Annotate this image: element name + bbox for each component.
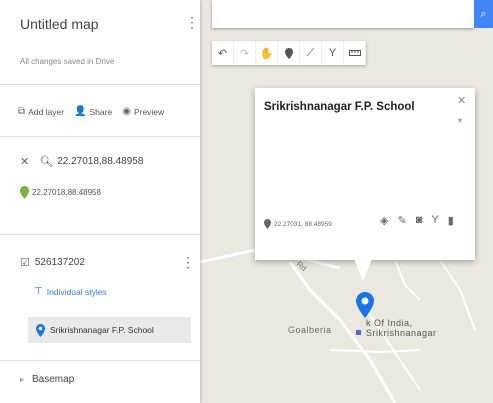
camera-icon[interactable]: ◙ [416,214,423,227]
share-button[interactable]: 👤 Share [74,106,112,117]
divider [0,234,200,235]
close-icon[interactable]: ✕ [457,94,466,107]
map-title[interactable]: Untitled map [20,16,99,32]
layer-title[interactable]: 526137202 [35,257,85,268]
styles-link-label: Individual styles [46,286,107,297]
divider [0,360,200,361]
save-status: All changes saved in Drive [20,57,115,66]
info-title: Srikrishnanagar F.P. School [264,101,415,113]
layer-options-icon[interactable]: ⋮ [181,254,195,271]
edit-icon[interactable]: ✎ [397,214,406,227]
search-button[interactable]: ⌕ [474,0,493,28]
pin-icon [264,219,271,229]
ruler-icon[interactable] [344,41,366,65]
preview-label: Preview [133,106,165,117]
basemap-label: Basemap [32,374,75,385]
search-layer-query: 22.27018,88.48958 [57,156,144,167]
map-marker-icon[interactable] [356,292,374,325]
search-result-item[interactable]: 22.27018,88.48958 [20,186,101,199]
search-result-label: 22.27018,88.48958 [32,188,101,197]
add-layer-button[interactable]: ⧉ Add layer [18,106,64,117]
marker-icon[interactable] [278,41,300,65]
draw-line-icon[interactable]: ⟋ [300,41,322,65]
info-tools: ◈ ✎ ◙ Y ▮ [380,214,454,227]
blue-pin-icon [36,323,45,337]
bank-label: k Of India, Srikrishnanagar [366,318,437,338]
close-icon[interactable]: ✕ [20,155,29,168]
scroll-arrow-icon[interactable]: ▾ [458,116,462,125]
bank-label-line2: Srikrishnanagar [366,328,437,338]
layer-header: ☑ 526137202 [20,256,85,269]
village-label: Goalberia [288,325,332,335]
feature-list-item[interactable]: Srikrishnanagar F.P. School [28,317,191,343]
green-pin-icon [20,186,29,199]
search-bar [212,0,474,28]
delete-icon[interactable]: ▮ [448,214,454,227]
divider [0,84,200,85]
individual-styles-link[interactable]: ⊤ Individual styles [34,286,107,297]
add-layer-label: Add layer [28,106,65,117]
share-icon: 👤 [74,106,87,117]
preview-icon: ◉ [122,106,131,117]
paint-roller-icon: ⊤ [34,286,43,297]
hand-icon[interactable]: ✋ [256,41,278,65]
info-window-pointer [354,259,372,281]
divider [0,136,200,137]
preview-button[interactable]: ◉ Preview [122,106,164,117]
bank-label-line1: k Of India, [366,318,413,328]
search-layer-header: ✕ 🔍︎ 22.27018,88.48958 [20,155,143,168]
feature-info-window: Srikrishnanagar F.P. School ✕ ▾ 22.27031… [255,88,475,260]
info-coordinates: 22.27031, 88.48959 [264,219,332,229]
panel-actions: ⧉ Add layer 👤 Share ◉ Preview [18,106,164,117]
redo-icon[interactable]: ↷ [234,41,256,65]
more-options-icon[interactable]: ⋮ [185,14,199,31]
coords-label: 22.27031, 88.48959 [274,220,332,228]
style-icon[interactable]: ◈ [380,214,388,227]
map-toolbar: ↶ ↷ ✋ ⟋ Y [212,41,366,65]
route-icon[interactable]: Y [322,41,344,65]
undo-icon[interactable]: ↶ [212,41,234,65]
directions-icon[interactable]: Y [431,214,438,227]
feature-label: Srikrishnanagar F.P. School [50,325,154,335]
basemap-toggle[interactable]: ▸ Basemap [20,374,74,385]
map-side-panel: Untitled map All changes saved in Drive … [0,0,200,403]
expand-arrow-icon: ▸ [20,375,25,384]
search-input[interactable] [220,2,464,28]
poi-square-icon [356,330,361,335]
add-layer-icon: ⧉ [18,106,26,117]
search-icon: ⌕ [480,7,487,20]
share-label: Share [89,106,113,117]
search-icon: 🔍︎ [39,156,54,168]
layer-checkbox[interactable]: ☑ [20,256,30,269]
